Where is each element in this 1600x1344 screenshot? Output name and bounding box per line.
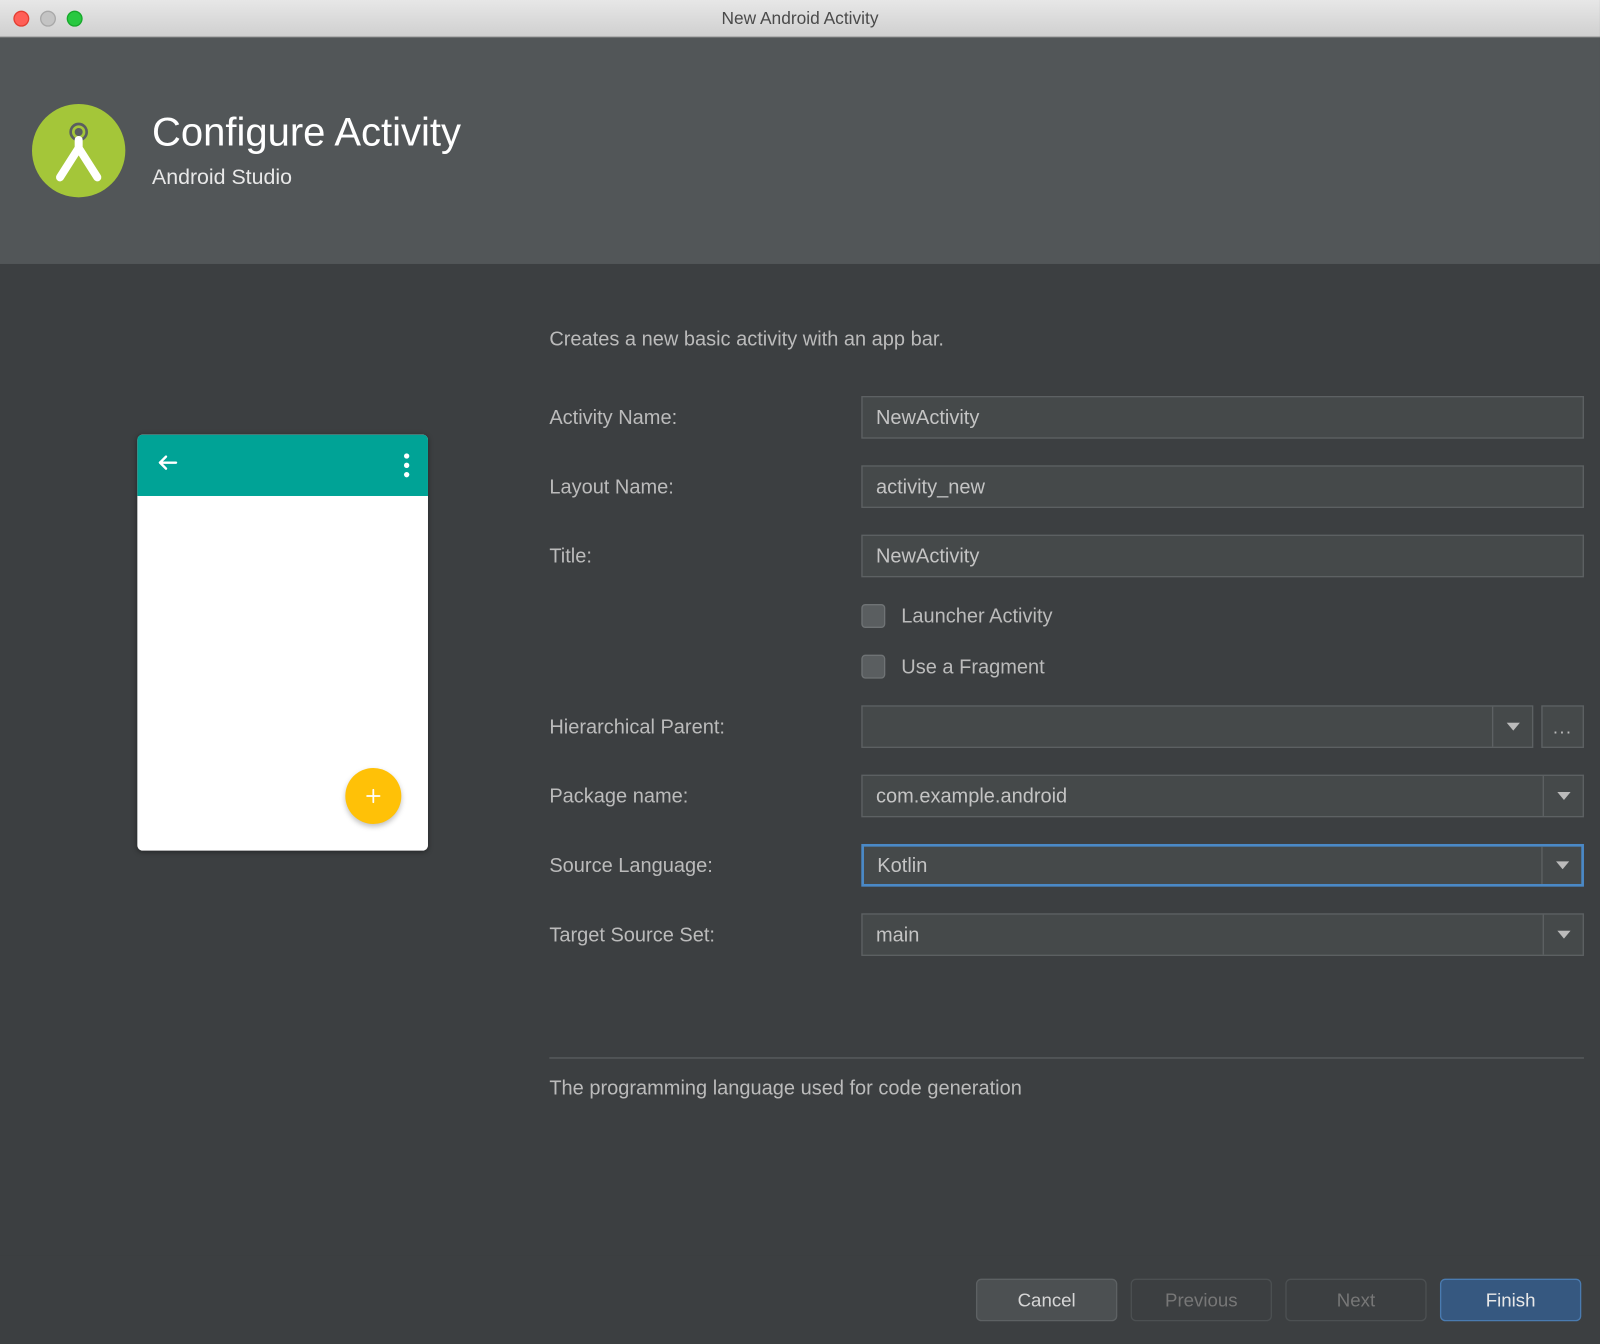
source-language-value: Kotlin [864, 854, 1541, 877]
page-title: Configure Activity [152, 111, 461, 156]
hierarchical-parent-browse-button[interactable]: ... [1541, 705, 1584, 748]
layout-name-label: Layout Name: [549, 475, 861, 498]
chevron-down-icon [1543, 776, 1583, 816]
target-source-set-label: Target Source Set: [549, 923, 861, 946]
activity-preview [137, 435, 428, 851]
window-title: New Android Activity [0, 8, 1600, 28]
package-name-combo[interactable]: com.example.android [861, 775, 1584, 818]
hierarchical-parent-label: Hierarchical Parent: [549, 715, 861, 738]
overflow-menu-icon [404, 453, 409, 477]
package-name-value: com.example.android [863, 785, 1543, 808]
zoom-window-button[interactable] [67, 10, 83, 26]
dialog-footer: Cancel Previous Next Finish [0, 1256, 1600, 1344]
dialog-window: New Android Activity Configure Activity … [0, 0, 1600, 1344]
back-arrow-icon [156, 450, 180, 481]
use-fragment-checkbox[interactable] [861, 655, 885, 679]
layout-name-input[interactable] [861, 465, 1584, 508]
titlebar: New Android Activity [0, 0, 1600, 37]
launcher-activity-label: Launcher Activity [901, 605, 1052, 628]
separator [549, 1057, 1584, 1058]
source-language-label: Source Language: [549, 854, 861, 877]
chevron-down-icon [1543, 915, 1583, 955]
close-window-button[interactable] [13, 10, 29, 26]
fab-icon [345, 768, 401, 824]
cancel-button[interactable]: Cancel [976, 1279, 1117, 1322]
target-source-set-value: main [863, 923, 1543, 946]
previous-button[interactable]: Previous [1131, 1279, 1272, 1322]
activity-name-label: Activity Name: [549, 406, 861, 429]
dialog-body: Creates a new basic activity with an app… [0, 264, 1600, 1256]
minimize-window-button [40, 10, 56, 26]
hierarchical-parent-combo[interactable] [861, 705, 1533, 748]
activity-name-input[interactable] [861, 396, 1584, 439]
form-description: Creates a new basic activity with an app… [549, 328, 1584, 351]
package-name-label: Package name: [549, 785, 861, 808]
chevron-down-icon [1541, 847, 1581, 884]
preview-appbar [137, 435, 428, 496]
header-banner: Configure Activity Android Studio [0, 37, 1600, 264]
form-column: Creates a new basic activity with an app… [549, 328, 1584, 1256]
next-button[interactable]: Next [1285, 1279, 1426, 1322]
chevron-down-icon [1492, 707, 1532, 747]
help-text: The programming language used for code g… [549, 1077, 1584, 1100]
title-input[interactable] [861, 535, 1584, 578]
finish-button[interactable]: Finish [1440, 1279, 1581, 1322]
page-subtitle: Android Studio [152, 167, 461, 191]
preview-column [16, 328, 549, 1256]
title-label: Title: [549, 545, 861, 568]
target-source-set-combo[interactable]: main [861, 913, 1584, 956]
use-fragment-label: Use a Fragment [901, 655, 1044, 678]
launcher-activity-checkbox[interactable] [861, 604, 885, 628]
android-studio-logo-icon [32, 104, 125, 197]
traffic-lights [0, 10, 83, 26]
source-language-combo[interactable]: Kotlin [861, 844, 1584, 887]
